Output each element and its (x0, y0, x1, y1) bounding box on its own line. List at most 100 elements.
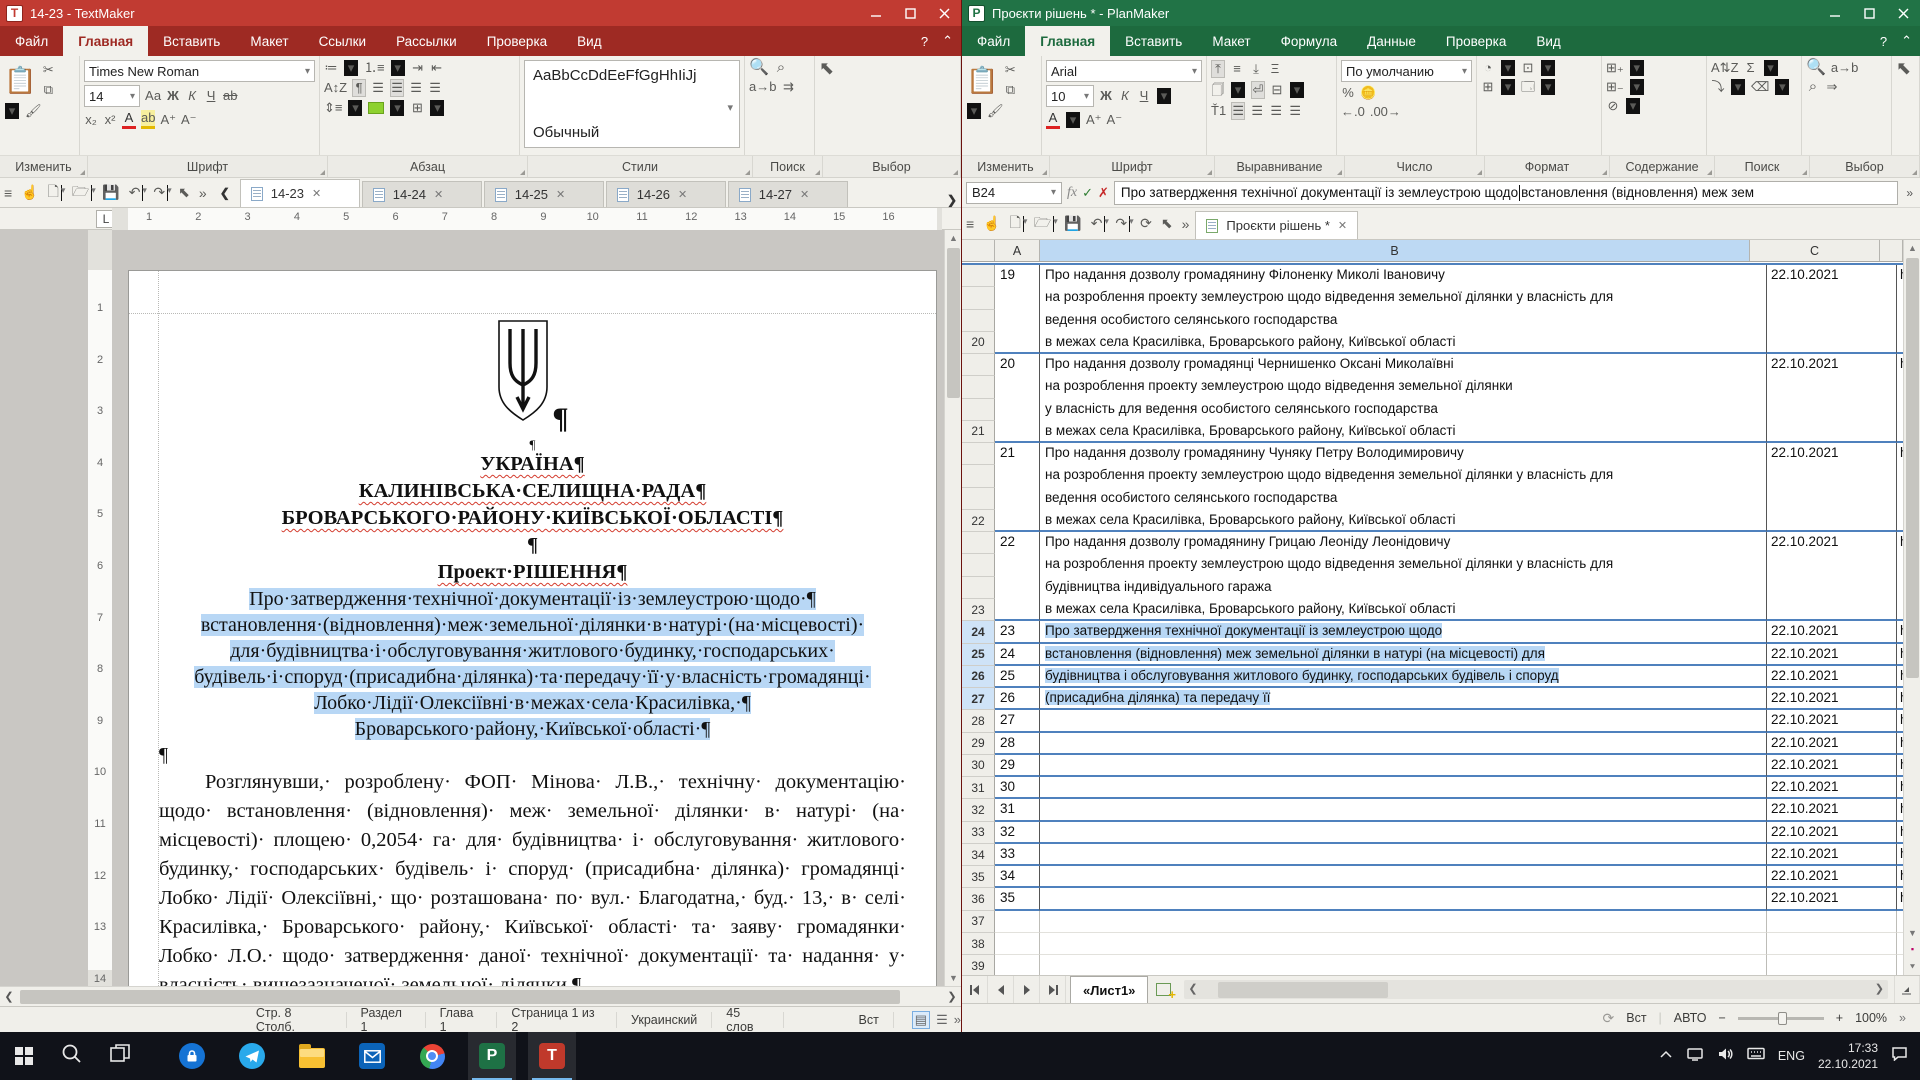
sheet-row[interactable]: 323122.10.2021htt (962, 799, 1920, 821)
new-document-icon[interactable]: 🗋▾ (48, 181, 63, 205)
group-dialog-launcher-icon[interactable] (1207, 170, 1212, 175)
menu-tab-файл[interactable]: Файл (962, 26, 1025, 56)
delete-cells-icon[interactable]: ⊞₋ (1606, 79, 1624, 95)
first-sheet-icon[interactable] (962, 976, 988, 1003)
taskbar-mail-button[interactable] (348, 1032, 396, 1080)
cell-a[interactable] (995, 933, 1040, 955)
cell-a[interactable] (995, 488, 1040, 510)
group-dialog-launcher-icon[interactable] (1602, 170, 1607, 175)
scrollbar-thumb[interactable] (1218, 982, 1388, 998)
sheet-row[interactable]: 21Про надання дозволу громадянину Чуняку… (962, 443, 1920, 465)
sheet-row[interactable]: 353422.10.2021htt (962, 866, 1920, 888)
grow-font-icon[interactable]: А⁺ (160, 112, 176, 128)
borders-icon[interactable]: ⊞ (410, 100, 424, 116)
sheet-row[interactable]: ведення особистого селянського господарс… (962, 488, 1920, 510)
bold-icon[interactable]: Ж (1099, 88, 1113, 104)
align-justify-icon[interactable]: ☰ (428, 80, 442, 96)
cell-a[interactable]: 28 (995, 733, 1040, 755)
cell-c[interactable] (1767, 287, 1897, 309)
hamburger-menu-icon[interactable]: ≡ (966, 216, 974, 232)
taskbar-planmaker-button[interactable]: P (468, 1032, 516, 1080)
cell-c[interactable]: 22.10.2021 (1767, 644, 1897, 666)
row-header-32[interactable]: 32 (962, 799, 995, 821)
textmaker-vertical-scrollbar[interactable]: ▲ ▼ (944, 230, 961, 986)
volume-icon[interactable] (1717, 1047, 1734, 1066)
document-tab-14-27[interactable]: 14-27✕ (728, 181, 848, 207)
pane-split-icon[interactable] (1894, 976, 1920, 1003)
open-file-icon[interactable]: 🗁▾ (72, 181, 93, 205)
group-dialog-launcher-icon[interactable] (320, 170, 325, 175)
touch-mode-icon[interactable]: ☝ (21, 184, 38, 201)
vertical-ruler[interactable]: 1234567891011121314 (88, 230, 112, 986)
sort-filter-icon[interactable]: A⇅Z (1711, 60, 1739, 76)
formula-input[interactable]: Про затвердження технічної документації … (1114, 181, 1898, 205)
cell-c[interactable] (1767, 933, 1897, 955)
paste-icon[interactable]: 📋 (966, 60, 998, 100)
cell-c[interactable]: 22.10.2021 (1767, 443, 1897, 465)
cell-a[interactable] (995, 465, 1040, 487)
minimize-button[interactable] (1818, 0, 1852, 26)
cell-a[interactable]: 19 (995, 265, 1040, 287)
subscript-icon[interactable]: x₂ (84, 112, 98, 128)
group-dialog-launcher-icon[interactable] (80, 170, 85, 175)
cell-c[interactable]: 22.10.2021 (1767, 755, 1897, 777)
cell-a[interactable] (995, 421, 1040, 443)
cell-c[interactable] (1767, 399, 1897, 421)
conditional-format-icon[interactable]: ⊡ (1521, 60, 1535, 76)
menu-tab-главная[interactable]: Главная (1025, 26, 1110, 56)
cell-a[interactable]: 33 (995, 844, 1040, 866)
group-dialog-launcher-icon[interactable] (1337, 170, 1342, 175)
row-header-blank[interactable] (962, 577, 995, 599)
format-cell-icon[interactable]: 🗍 (1211, 82, 1225, 98)
menu-tab-главная[interactable]: Главная (63, 26, 148, 56)
cell-a[interactable]: 24 (995, 644, 1040, 666)
network-icon[interactable] (1686, 1047, 1704, 1066)
page-view-icon[interactable]: ▤ (912, 1011, 930, 1029)
language-indicator[interactable]: ENG (1778, 1049, 1805, 1063)
cell-c[interactable]: 22.10.2021 (1767, 354, 1897, 376)
cell-c[interactable] (1767, 421, 1897, 443)
scroll-down-icon[interactable]: ▼ (1904, 925, 1920, 941)
italic-icon[interactable]: К (1118, 88, 1132, 104)
horizontal-ruler[interactable]: 12345678910111213141516 (112, 208, 942, 230)
collapse-ribbon-icon[interactable]: ⌃ (1901, 33, 1912, 49)
sheet-row[interactable]: 302922.10.2021htt (962, 755, 1920, 777)
copy-icon[interactable]: ⧉ (1003, 82, 1017, 98)
close-icon[interactable]: ✕ (312, 187, 321, 200)
cell-b[interactable]: встановлення (відновлення) меж земельної… (1040, 644, 1767, 666)
cell-b[interactable]: (присадибна ділянка) та передачу її (1040, 688, 1767, 710)
indent-decrease-icon[interactable]: ⇤ (430, 60, 444, 76)
superscript-icon[interactable]: x² (103, 112, 117, 128)
scroll-left-icon[interactable]: ❮ (0, 987, 18, 1006)
group-dialog-launcher-icon[interactable] (1802, 170, 1807, 175)
status-segment[interactable]: Страница 1 из 2 (497, 1012, 617, 1028)
sheet-row[interactable]: 2524встановлення (відновлення) меж земел… (962, 644, 1920, 666)
textmaker-horizontal-scrollbar[interactable]: ❮ ❯ (0, 986, 961, 1006)
scroll-right-icon[interactable]: ❯ (943, 987, 961, 1006)
planmaker-vertical-scrollbar[interactable]: ▲ ▼ ▪ ⯆ (1903, 240, 1920, 975)
column-header-partial[interactable] (1880, 240, 1903, 261)
zoom-slider-knob[interactable] (1778, 1012, 1787, 1025)
split-handle-icon[interactable]: ▪ (1904, 941, 1920, 957)
row-header-27[interactable]: 27 (962, 688, 995, 710)
cell-a[interactable]: 26 (995, 688, 1040, 710)
scroll-right-icon[interactable]: ❯ (1875, 982, 1884, 995)
number-format-combo[interactable]: По умолчанию▾ (1341, 60, 1472, 82)
sum-icon[interactable]: Σ (1744, 60, 1758, 76)
cell-b[interactable] (1040, 755, 1767, 777)
add-sheet-button[interactable] (1148, 976, 1178, 1003)
menu-tab-данные[interactable]: Данные (1352, 26, 1431, 56)
cell-b[interactable]: в межах села Красилівка, Броварського ра… (1040, 421, 1767, 443)
align-top-icon[interactable]: ⤒ (1211, 60, 1225, 78)
format-brush-icon[interactable]: 🖌 (25, 103, 42, 119)
row-header-blank[interactable] (962, 554, 995, 576)
zoom-out-button[interactable]: − (1718, 1011, 1725, 1025)
align-justify-icon[interactable]: ☰ (1288, 103, 1302, 119)
touch-keyboard-icon[interactable] (1747, 1047, 1765, 1065)
cell-c[interactable]: 22.10.2021 (1767, 265, 1897, 287)
cell-c[interactable] (1767, 465, 1897, 487)
cut-icon[interactable]: ✂ (1003, 62, 1017, 78)
increase-decimals-icon[interactable]: .00→ (1370, 104, 1401, 120)
cell-b[interactable]: в межах села Красилівка, Броварського ра… (1040, 510, 1767, 532)
close-icon[interactable]: ✕ (434, 188, 443, 201)
